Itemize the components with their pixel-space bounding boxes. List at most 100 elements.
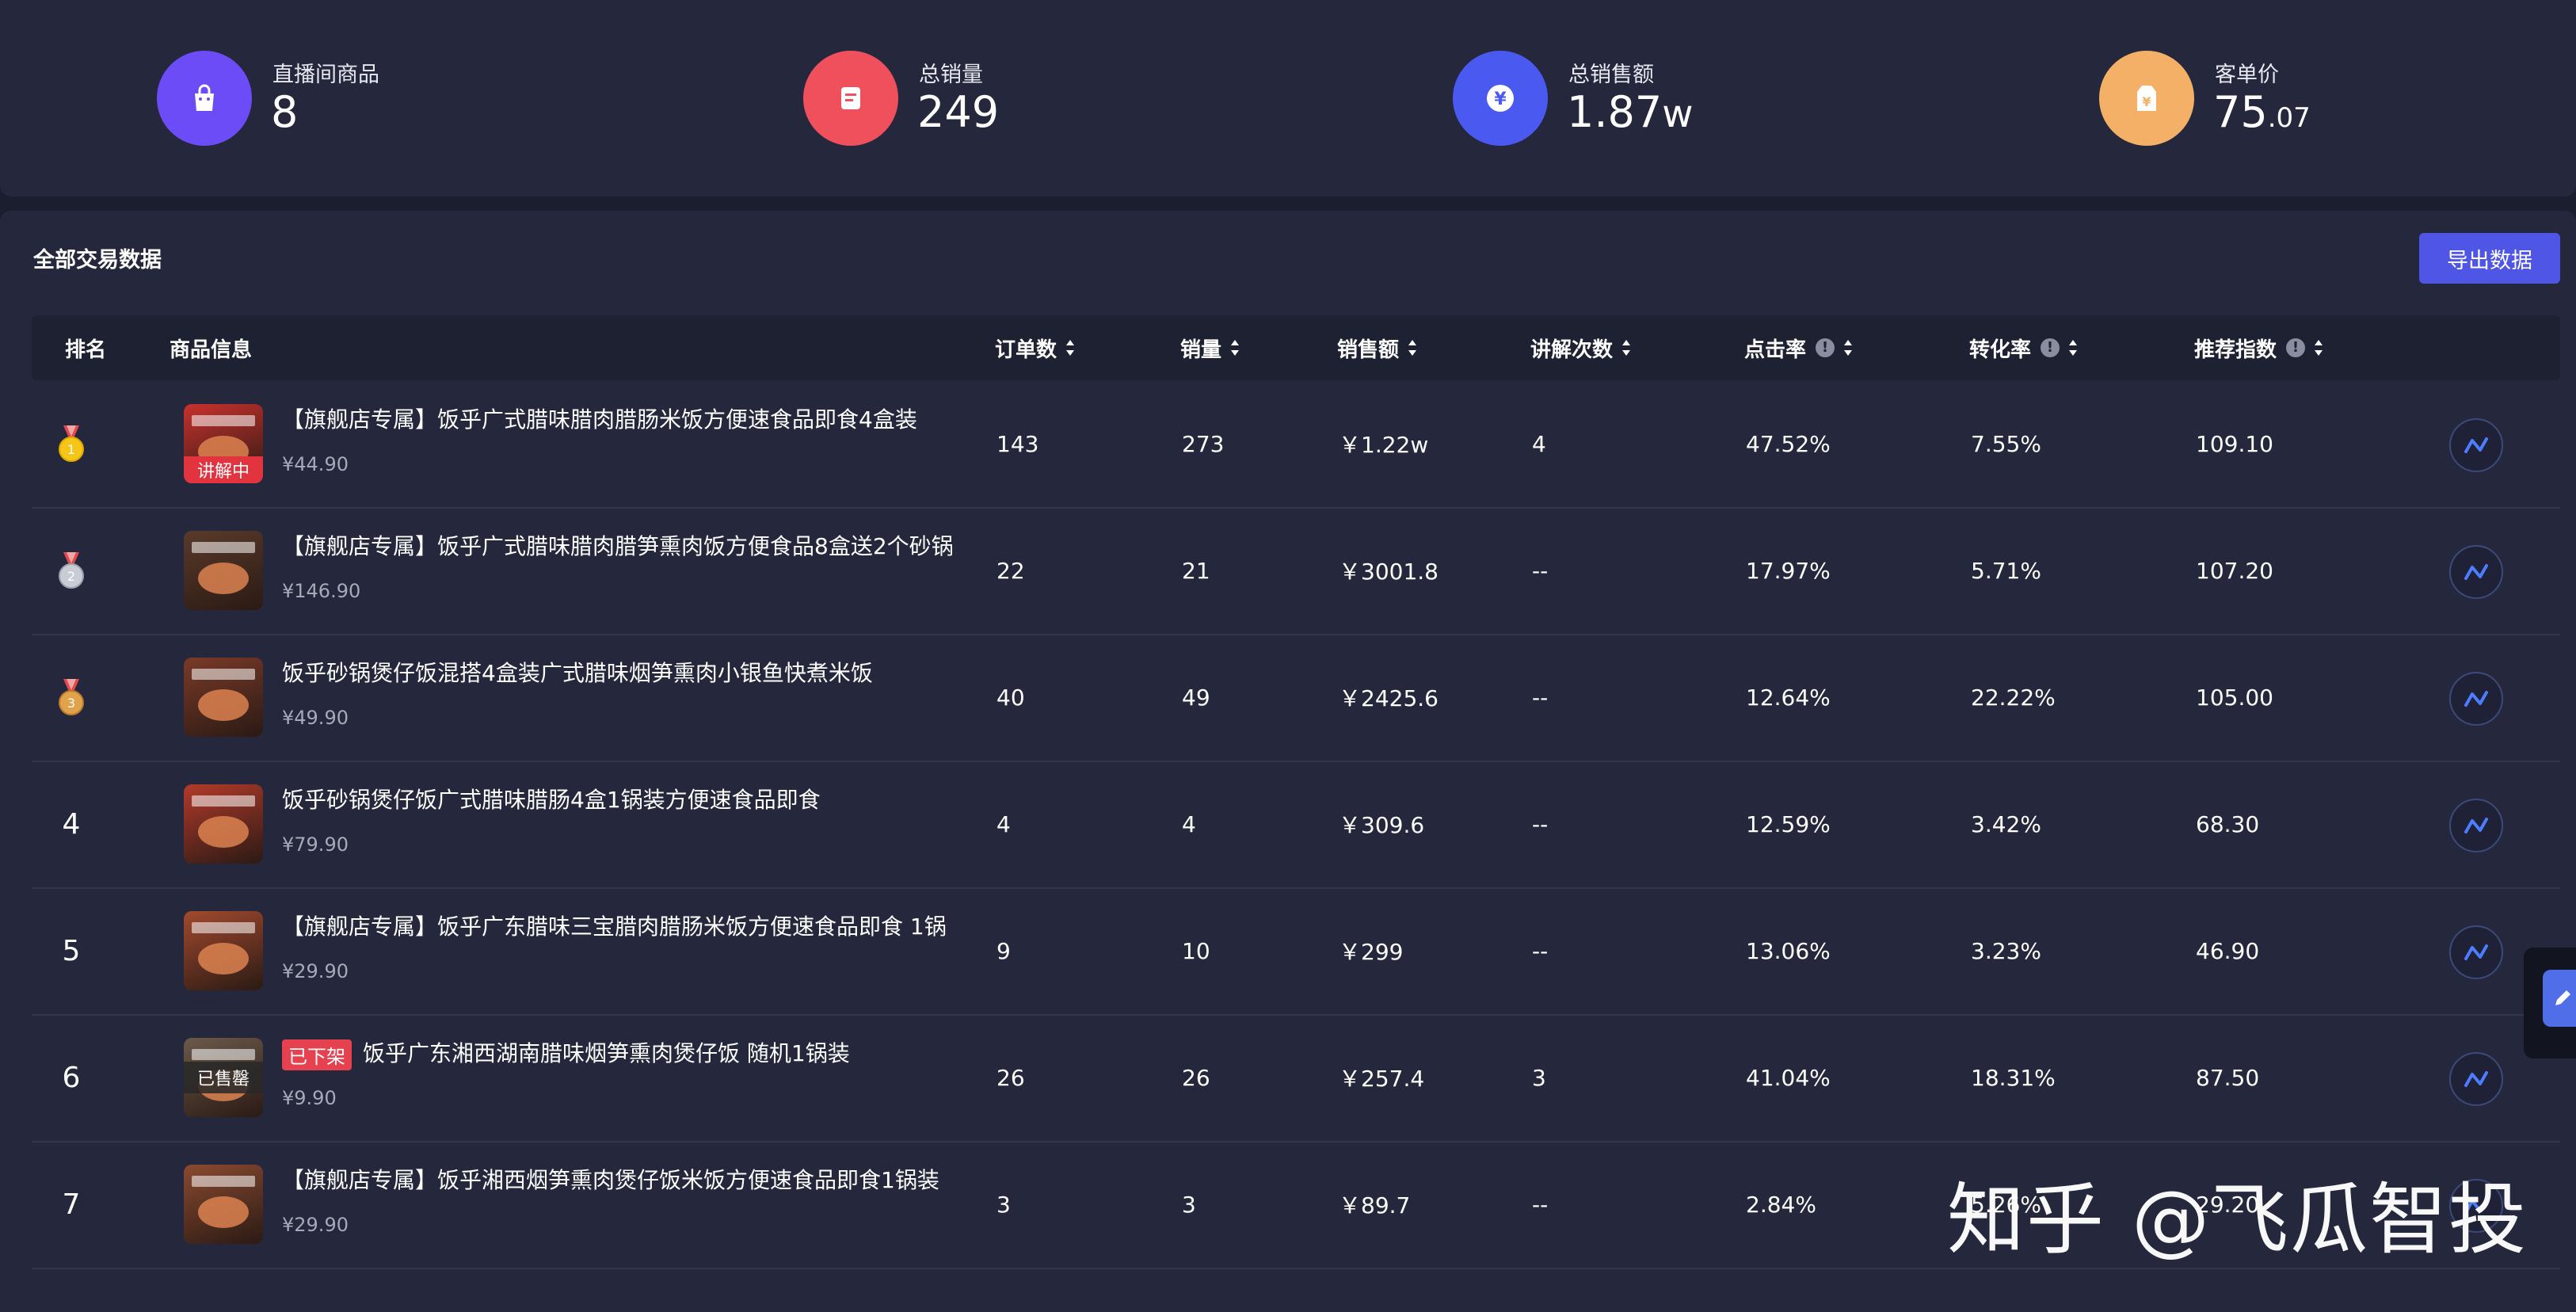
rank-label: 5	[62, 934, 81, 967]
info-icon[interactable]: !	[2041, 338, 2060, 357]
table-row[interactable]: 5 【旗舰店专属】饭乎广东腊味三宝腊肉腊肠米饭方便速食品即食 1锅 ¥29.90 9 1…	[32, 887, 2560, 1016]
col-explain-count[interactable]: 讲解次数	[1530, 315, 1632, 380]
rank-cell: 3	[32, 634, 111, 761]
info-icon[interactable]: !	[1816, 338, 1835, 357]
product-name[interactable]: 【旗舰店专属】饭乎广东腊味三宝腊肉腊肠米饭方便速食品即食 1锅	[282, 910, 947, 941]
ctr-value: 17.97%	[1746, 557, 1831, 584]
trend-icon	[2464, 1071, 2488, 1087]
rank-label: 1	[67, 442, 75, 457]
cvr-value: 7.55%	[1971, 430, 2041, 457]
col-revenue[interactable]: 销售额	[1337, 315, 1418, 380]
rank-cell: 1	[32, 380, 111, 507]
order-count: 143	[996, 430, 1039, 457]
sales-count: 10	[1182, 937, 1210, 964]
order-count: 9	[996, 937, 1011, 964]
sort-icon[interactable]	[2067, 338, 2079, 357]
product-price: ¥146.90	[282, 580, 361, 602]
sales-count: 3	[1182, 1191, 1196, 1218]
trend-chart-button[interactable]	[2449, 545, 2503, 599]
explain-count: --	[1532, 1191, 1549, 1218]
product-name[interactable]: 【旗舰店专属】饭乎湘西烟笋熏肉煲仔饭米饭方便速食品即食1锅装	[282, 1163, 939, 1195]
sort-icon[interactable]	[1842, 338, 1854, 357]
order-count: 3	[996, 1191, 1011, 1218]
ctr-value: 13.06%	[1746, 937, 1831, 964]
explain-count: --	[1532, 557, 1549, 584]
ctr-value: 41.04%	[1746, 1064, 1831, 1091]
stat-value: 1.87w	[1567, 87, 1694, 137]
price-tag-icon: ¥	[2099, 51, 2194, 146]
receipt-icon	[803, 51, 898, 146]
trend-chart-button[interactable]	[2449, 1052, 2503, 1106]
stat-label: 直播间商品	[272, 63, 379, 87]
product-thumbnail[interactable]	[184, 784, 263, 864]
edit-icon[interactable]	[2543, 970, 2576, 1027]
sort-icon[interactable]	[1407, 338, 1418, 357]
product-thumbnail[interactable]	[184, 1165, 263, 1244]
sort-icon[interactable]	[1065, 338, 1076, 357]
order-count: 26	[996, 1064, 1025, 1091]
cvr-value: 3.23%	[1971, 937, 2041, 964]
col-orders[interactable]: 订单数	[995, 315, 1076, 380]
ctr-value: 2.84%	[1746, 1191, 1816, 1218]
recommend-score: 105.00	[2196, 684, 2273, 711]
revenue-value: ￥257.4	[1339, 1066, 1425, 1092]
trend-chart-button[interactable]	[2449, 672, 2503, 726]
product-thumbnail[interactable]: 已售罄	[184, 1038, 263, 1117]
side-float-toolbar[interactable]	[2524, 948, 2576, 1058]
product-price: ¥29.90	[282, 960, 349, 982]
col-ctr[interactable]: 点击率 !	[1744, 315, 1854, 380]
stat-label: 总销量	[919, 63, 983, 87]
table-row[interactable]: 1 讲解中 【旗舰店专属】饭乎广式腊味腊肉腊肠米饭方便速食品即食4盒装 ¥44.90 1…	[32, 380, 2560, 509]
table-row[interactable]: 6 已售罄 已下架 饭乎广东湘西湖南腊味烟笋熏肉煲仔饭 随机1锅装 ¥9.90 26 26 ￥…	[32, 1014, 2560, 1142]
stats-panel: 直播间商品 8 总销量 249 ¥ 总销售额 1.87w ¥ 客单价 75.07	[0, 0, 2576, 196]
product-price: ¥49.90	[282, 707, 349, 729]
export-data-button[interactable]: 导出数据	[2419, 233, 2560, 284]
trend-chart-button[interactable]	[2449, 418, 2503, 472]
explain-count: --	[1532, 684, 1549, 711]
table-row[interactable]: 2 【旗舰店专属】饭乎广式腊味腊肉腊笋熏肉饭方便食品8盒送2个砂锅 ¥146.90 2…	[32, 507, 2560, 635]
rank-cell: 7	[32, 1141, 111, 1268]
col-recommend-score[interactable]: 推荐指数 !	[2194, 315, 2324, 380]
sort-icon[interactable]	[1621, 338, 1632, 357]
product-name[interactable]: 饭乎砂锅煲仔饭混搭4盒装广式腊味烟笋熏肉小银鱼快煮米饭	[282, 656, 873, 688]
revenue-value: ￥89.7	[1339, 1192, 1411, 1219]
product-thumbnail[interactable]	[184, 911, 263, 990]
product-thumbnail[interactable]: 讲解中	[184, 404, 263, 483]
stat-value: 249	[917, 87, 1000, 137]
svg-text:¥: ¥	[2142, 94, 2151, 109]
stat-value: 8	[271, 87, 299, 137]
ctr-value: 47.52%	[1746, 430, 1831, 457]
sales-count: 26	[1182, 1064, 1210, 1091]
table-row[interactable]: 4 饭乎砂锅煲仔饭广式腊味腊肠4盒1锅装方便速食品即食 ¥79.90 4 4 ￥309.6…	[32, 761, 2560, 889]
info-icon[interactable]: !	[2286, 338, 2306, 357]
table-row[interactable]: 3 饭乎砂锅煲仔饭混搭4盒装广式腊味烟笋熏肉小银鱼快煮米饭 ¥49.90 40 49 ￥2…	[32, 634, 2560, 762]
product-thumbnail[interactable]	[184, 658, 263, 737]
explain-count: --	[1532, 937, 1549, 964]
product-name[interactable]: 【旗舰店专属】饭乎广式腊味腊肉腊肠米饭方便速食品即食4盒装	[282, 402, 917, 434]
sort-icon[interactable]	[2313, 338, 2324, 357]
sort-icon[interactable]	[1229, 338, 1240, 357]
rank-label: 7	[62, 1188, 81, 1221]
product-name[interactable]: 【旗舰店专属】饭乎广式腊味腊肉腊笋熏肉饭方便食品8盒送2个砂锅	[282, 529, 954, 561]
col-sales[interactable]: 销量	[1180, 315, 1240, 380]
cvr-value: 5.71%	[1971, 557, 2041, 584]
product-name[interactable]: 饭乎砂锅煲仔饭广式腊味腊肠4盒1锅装方便速食品即食	[282, 783, 821, 814]
stat-label: 总销售额	[1568, 63, 1654, 87]
trend-chart-button[interactable]	[2449, 925, 2503, 979]
col-cvr[interactable]: 转化率 !	[1969, 315, 2079, 380]
rank-cell: 2	[32, 507, 111, 634]
yen-coin-icon: ¥	[1453, 51, 1548, 146]
trend-chart-button[interactable]	[2449, 799, 2503, 852]
product-name[interactable]: 已下架 饭乎广东湘西湖南腊味烟笋熏肉煲仔饭 随机1锅装	[282, 1036, 850, 1070]
table-header: 排名 商品信息 订单数 销量 销售额 讲解次数 点击率 ! 转化率 ! 推荐指数…	[32, 315, 2560, 380]
product-thumbnail[interactable]	[184, 531, 263, 610]
recommend-score: 46.90	[2196, 937, 2260, 964]
sales-count: 273	[1182, 430, 1225, 457]
product-price: ¥29.90	[282, 1214, 349, 1236]
cvr-value: 3.42%	[1971, 810, 2041, 837]
trend-icon	[2464, 437, 2488, 453]
cvr-value: 22.22%	[1971, 684, 2056, 711]
ctr-value: 12.64%	[1746, 684, 1831, 711]
revenue-value: ￥3001.8	[1339, 559, 1439, 585]
thumbnail-overlay: 已售罄	[184, 1062, 263, 1093]
